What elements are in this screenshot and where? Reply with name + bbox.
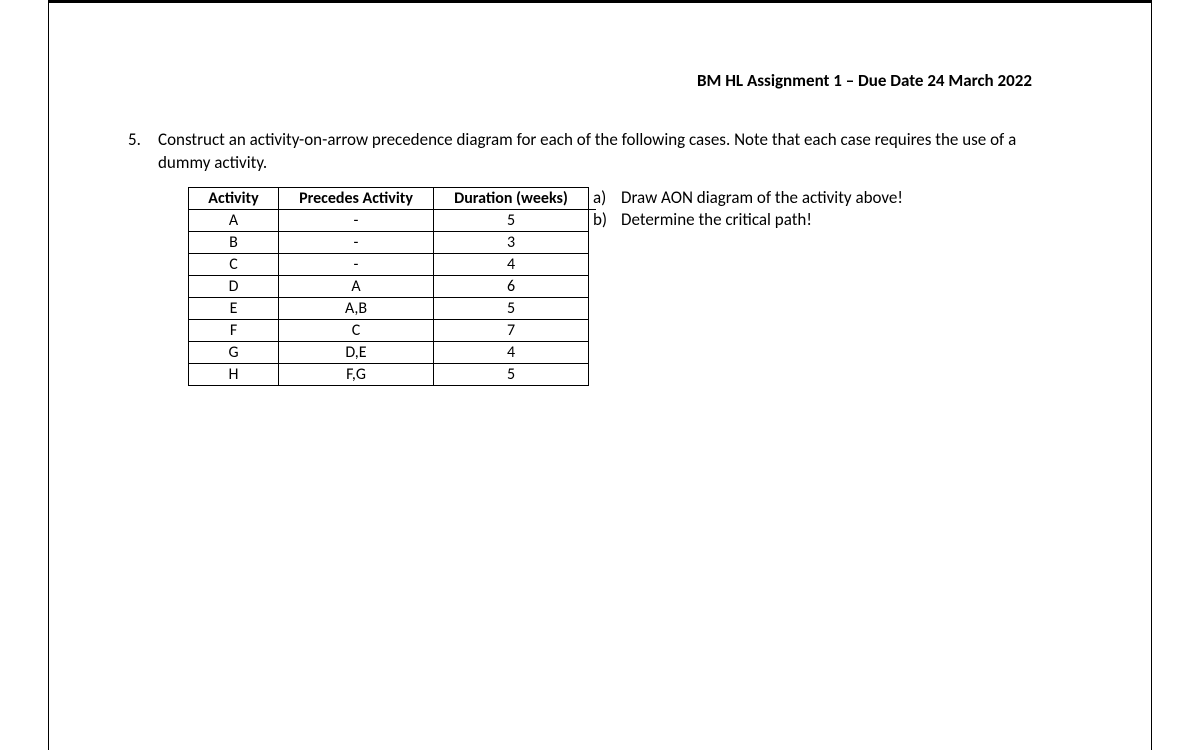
cell-duration: 6 [434, 275, 589, 297]
question-text: Construct an activity-on-arrow precedenc… [158, 129, 1072, 175]
sub-text-a: Draw AON diagram of the activity above! [621, 187, 903, 209]
main-row: Activity Precedes Activity Duration (wee… [188, 187, 1072, 386]
sub-letter-b: b) [593, 209, 621, 231]
connector-line [588, 209, 596, 210]
table-row: H F,G 5 [189, 363, 589, 385]
cell-activity: B [189, 231, 279, 253]
page-content: BM HL Assignment 1 – Due Date 24 March 2… [48, 0, 1152, 386]
sub-letter-a: a) [593, 187, 621, 209]
cell-activity: H [189, 363, 279, 385]
subquestion-b: b) Determine the critical path! [593, 209, 903, 231]
question-block: 5. Construct an activity-on-arrow preced… [128, 129, 1072, 175]
table-row: B - 3 [189, 231, 589, 253]
header-duration: Duration (weeks) [434, 187, 589, 209]
table-row: C - 4 [189, 253, 589, 275]
table-row: D A 6 [189, 275, 589, 297]
cell-precedes: A [279, 275, 434, 297]
cell-duration: 5 [434, 209, 589, 231]
cell-activity: D [189, 275, 279, 297]
cell-duration: 5 [434, 297, 589, 319]
cell-precedes: C [279, 319, 434, 341]
table-header-row: Activity Precedes Activity Duration (wee… [189, 187, 589, 209]
cell-precedes: - [279, 253, 434, 275]
header-precedes: Precedes Activity [279, 187, 434, 209]
question-number: 5. [128, 129, 158, 175]
cell-duration: 4 [434, 253, 589, 275]
subquestion-a: a) Draw AON diagram of the activity abov… [593, 187, 903, 209]
cell-activity: A [189, 209, 279, 231]
cell-activity: G [189, 341, 279, 363]
cell-duration: 5 [434, 363, 589, 385]
table-row: E A,B 5 [189, 297, 589, 319]
cell-precedes: - [279, 209, 434, 231]
sub-text-b: Determine the critical path! [621, 209, 812, 231]
cell-precedes: F,G [279, 363, 434, 385]
table-row: G D,E 4 [189, 341, 589, 363]
activity-table-container: Activity Precedes Activity Duration (wee… [188, 187, 589, 386]
cell-duration: 4 [434, 341, 589, 363]
assignment-header: BM HL Assignment 1 – Due Date 24 March 2… [128, 70, 1032, 91]
header-activity: Activity [189, 187, 279, 209]
cell-activity: E [189, 297, 279, 319]
table-row: F C 7 [189, 319, 589, 341]
cell-activity: F [189, 319, 279, 341]
cell-duration: 3 [434, 231, 589, 253]
table-row: A - 5 [189, 209, 589, 231]
subquestions: a) Draw AON diagram of the activity abov… [589, 187, 903, 386]
activity-table: Activity Precedes Activity Duration (wee… [188, 187, 589, 386]
cell-activity: C [189, 253, 279, 275]
cell-precedes: - [279, 231, 434, 253]
cell-duration: 7 [434, 319, 589, 341]
cell-precedes: D,E [279, 341, 434, 363]
cell-precedes: A,B [279, 297, 434, 319]
